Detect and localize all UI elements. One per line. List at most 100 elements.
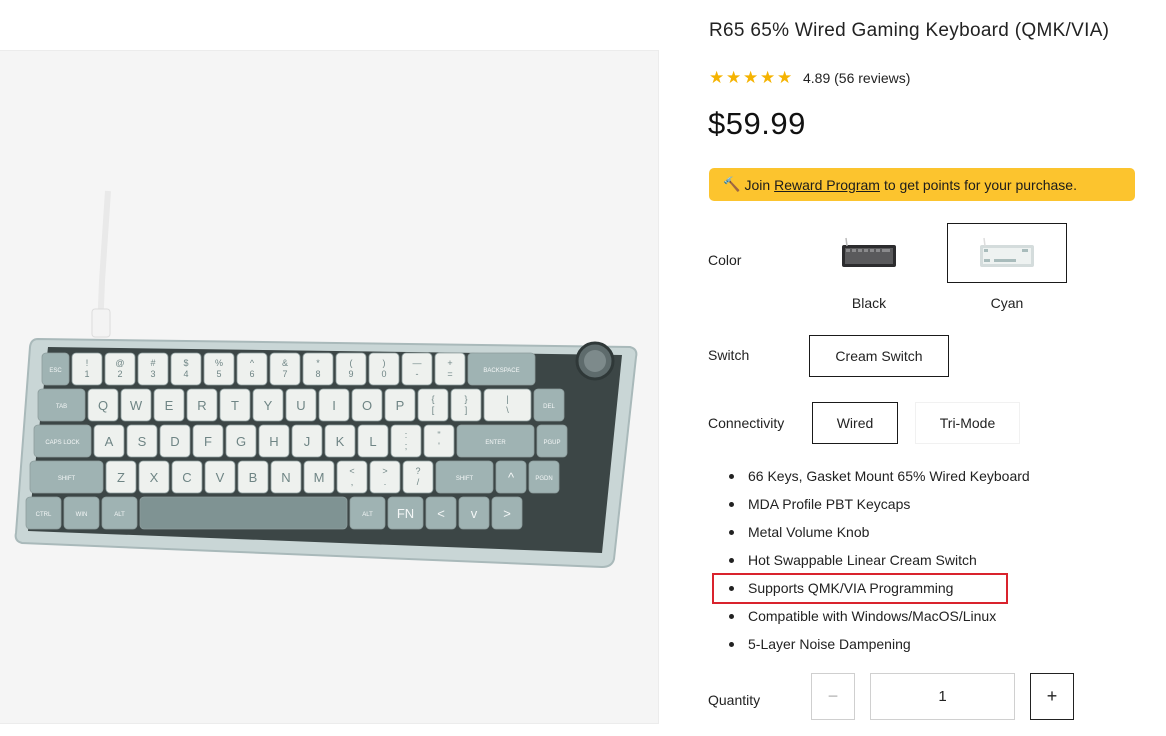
keycap-legend: C <box>182 470 191 485</box>
keycap-legend: 9 <box>348 369 353 379</box>
keycap-legend: 8 <box>315 369 320 379</box>
keycap-legend: Y <box>264 398 273 413</box>
color-name-black: Black <box>851 295 887 311</box>
keycap-legend: % <box>215 358 223 368</box>
feature-item: 66 Keys, Gasket Mount 65% Wired Keyboard <box>728 462 1030 490</box>
keycap-legend: > <box>382 466 387 476</box>
rating-text[interactable]: 4.89 (56 reviews) <box>803 70 910 86</box>
reward-banner: 🔨 Join Reward Program to get points for … <box>709 168 1135 201</box>
feature-item: MDA Profile PBT Keycaps <box>728 490 1030 518</box>
feature-list: 66 Keys, Gasket Mount 65% Wired Keyboard… <box>728 462 1030 658</box>
keycap-legend: PGDN <box>535 476 552 482</box>
keyboard-product-image: ESC!1@2#3$4%5^6&7*8(9)0—-+= BACKSPACETAB Q… <box>14 190 638 569</box>
keycap-legend: L <box>369 434 376 449</box>
keycap-legend: { <box>431 394 434 404</box>
product-price: $59.99 <box>708 106 806 141</box>
product-image-panel[interactable]: ESC! 1 @2 #3 $4% 5 ^ 6 & 7 * 8(9) 0— - + = BACKSPACE TAB Q… <box>0 50 659 724</box>
keycap-legend: A <box>105 434 114 449</box>
connectivity-label: Connectivity <box>708 415 785 431</box>
quantity-increase-button[interactable]: + <box>1030 673 1074 720</box>
keycap-legend: : <box>405 430 408 440</box>
feature-item: Compatible with Windows/MacOS/Linux <box>728 602 1030 630</box>
color-swatch-cyan[interactable] <box>947 223 1067 283</box>
star-rating: ★ ★ ★ ★ ★ <box>709 68 793 87</box>
keycap-legend: 5 <box>216 369 221 379</box>
keycap-legend: Q <box>98 398 108 413</box>
quantity-decrease-button[interactable]: − <box>811 673 855 720</box>
keycap-legend: ] <box>465 405 468 415</box>
keycap-legend: ENTER <box>485 440 506 446</box>
color-swatch-black[interactable] <box>809 223 929 283</box>
quantity-input[interactable] <box>870 673 1015 720</box>
star-icon: ★ <box>709 68 725 87</box>
keycap-legend: $ <box>183 358 188 368</box>
keycap-legend: ALT <box>114 512 125 518</box>
feature-item: Metal Volume Knob <box>728 518 1030 546</box>
keycap-legend: 1 <box>84 369 89 379</box>
feature-item: 5-Layer Noise Dampening <box>728 630 1030 658</box>
keyboard-thumbnail-cyan <box>980 237 1034 267</box>
keycap-legend: I <box>332 398 336 413</box>
keycap-legend: ' <box>438 441 440 451</box>
keycap-legend: - <box>416 369 419 379</box>
keycap-legend: SHIFT <box>456 476 474 482</box>
keycap-legend: BACKSPACE <box>483 368 519 374</box>
keycap-legend: = <box>447 369 452 379</box>
keycap-legend: K <box>336 434 345 449</box>
feature-item: Hot Swappable Linear Cream Switch <box>728 546 1030 574</box>
keycap-legend: 2 <box>117 369 122 379</box>
keycap-legend: E <box>165 398 174 413</box>
reward-program-link[interactable]: Reward Program <box>774 177 880 193</box>
keycap-legend: " <box>437 430 440 440</box>
keycap-legend: N <box>281 470 290 485</box>
keycap <box>139 496 348 530</box>
keycap-legend: X <box>150 470 159 485</box>
keycap-legend: PGUP <box>543 440 560 446</box>
keycap-legend: ^ <box>508 470 515 485</box>
color-name-cyan: Cyan <box>990 295 1024 311</box>
keycap-legend: G <box>236 434 246 449</box>
keycap-legend: DEL <box>543 404 555 410</box>
keycap-legend: Z <box>117 470 125 485</box>
keycap-legend: @ <box>115 358 124 368</box>
reward-suffix: to get points for your purchase. <box>883 176 1077 193</box>
keycap-legend: S <box>138 434 147 449</box>
keycap-legend: H <box>269 434 278 449</box>
keycap-legend: W <box>130 398 143 413</box>
keycap-legend: 6 <box>249 369 254 379</box>
keycap-legend: P <box>396 398 405 413</box>
reward-prefix: Join <box>744 176 771 193</box>
keyboard-thumbnail-black <box>842 237 896 267</box>
keycap-legend: FN <box>397 506 414 521</box>
keycap-legend: CAPS LOCK <box>45 440 79 446</box>
keycap-legend: | <box>506 394 508 404</box>
keycap-legend: < <box>349 466 354 476</box>
feature-item: Supports QMK/VIA Programming <box>728 574 1030 602</box>
keycap-legend: ( <box>350 358 353 368</box>
keycap-legend: — <box>413 358 422 368</box>
star-icon: ★ <box>743 68 759 87</box>
hammer-icon: 🔨 <box>723 176 741 192</box>
keycap-legend: < <box>437 506 445 521</box>
keycap-legend: F <box>204 434 212 449</box>
keycap-legend: 4 <box>183 369 188 379</box>
keycap-legend: WIN <box>76 512 88 518</box>
keycap-legend: ? <box>415 466 420 476</box>
rating-row[interactable]: ★ ★ ★ ★ ★ 4.89 (56 reviews) <box>709 69 910 87</box>
keycap-legend: v <box>471 506 478 521</box>
star-icon: ★ <box>760 68 776 87</box>
keycap-legend: & <box>282 358 288 368</box>
color-label: Color <box>708 252 742 268</box>
connectivity-option-tri-mode[interactable]: Tri-Mode <box>915 402 1020 444</box>
keycap-legend: ) <box>383 358 386 368</box>
keycap-legend: T <box>231 398 239 413</box>
connectivity-option-wired[interactable]: Wired <box>812 402 898 444</box>
keycap-legend: . <box>384 477 387 487</box>
star-icon: ★ <box>777 68 793 87</box>
switch-option-cream[interactable]: Cream Switch <box>809 335 949 377</box>
keycap-legend: 0 <box>381 369 386 379</box>
keycap-legend: B <box>249 470 258 485</box>
keycap-legend: } <box>464 394 467 404</box>
keycap-legend: + <box>447 358 452 368</box>
keyboard-keys: ESC!1@2#3$4%5^6&7*8(9)0—-+= BACKSPACETAB Q… <box>25 352 568 530</box>
